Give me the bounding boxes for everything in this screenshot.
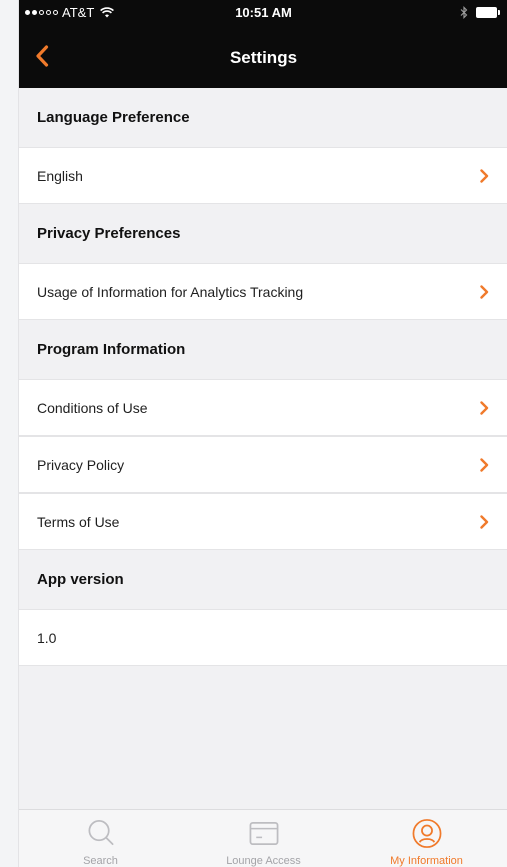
bluetooth-icon [460,6,468,19]
chevron-right-icon [480,284,489,299]
settings-row-conditions-of-use[interactable]: Conditions of Use [19,379,507,436]
tab-label: My Information [390,855,463,867]
settings-row-terms-of-use[interactable]: Terms of Use [19,493,507,550]
row-label: Usage of Information for Analytics Track… [37,283,304,300]
status-right [460,6,500,19]
tab-lounge-access[interactable]: Lounge Access [182,810,345,867]
row-label: Privacy Policy [37,456,125,473]
settings-list: Language Preference English Privacy Pref… [19,88,507,666]
row-label: Terms of Use [37,513,120,530]
section-header-language: Language Preference [19,88,507,147]
settings-row-language[interactable]: English [19,147,507,204]
chevron-right-icon [480,168,489,183]
chevron-right-icon [480,514,489,529]
row-label: English [37,167,83,184]
settings-row-analytics-tracking[interactable]: Usage of Information for Analytics Track… [19,263,507,320]
tab-label: Lounge Access [226,855,301,867]
phone-screen: AT&T 10:51 AM Settings Language Preferen… [18,0,507,867]
section-header-privacy: Privacy Preferences [19,204,507,263]
chevron-right-icon [480,400,489,415]
status-time: 10:51 AM [235,5,292,20]
tab-bar: Search Lounge Access My Information [19,809,507,867]
chevron-right-icon [480,457,489,472]
card-icon [249,821,278,846]
user-icon [412,819,441,848]
section-header-program-information: Program Information [19,320,507,379]
tab-my-information[interactable]: My Information [345,810,507,867]
app-version-value: 1.0 [37,629,57,646]
search-icon [88,820,113,846]
navigation-bar: Settings [19,30,507,88]
tab-search[interactable]: Search [19,810,182,867]
tab-label: Search [83,855,118,867]
app-version-row: 1.0 [19,609,507,666]
battery-icon [476,7,500,18]
status-bar: AT&T 10:51 AM [19,0,507,26]
app-header: AT&T 10:51 AM Settings [19,0,507,88]
section-header-app-version: App version [19,550,507,609]
page-title: Settings [229,48,298,67]
settings-row-privacy-policy[interactable]: Privacy Policy [19,436,507,493]
row-label: Conditions of Use [37,399,148,416]
